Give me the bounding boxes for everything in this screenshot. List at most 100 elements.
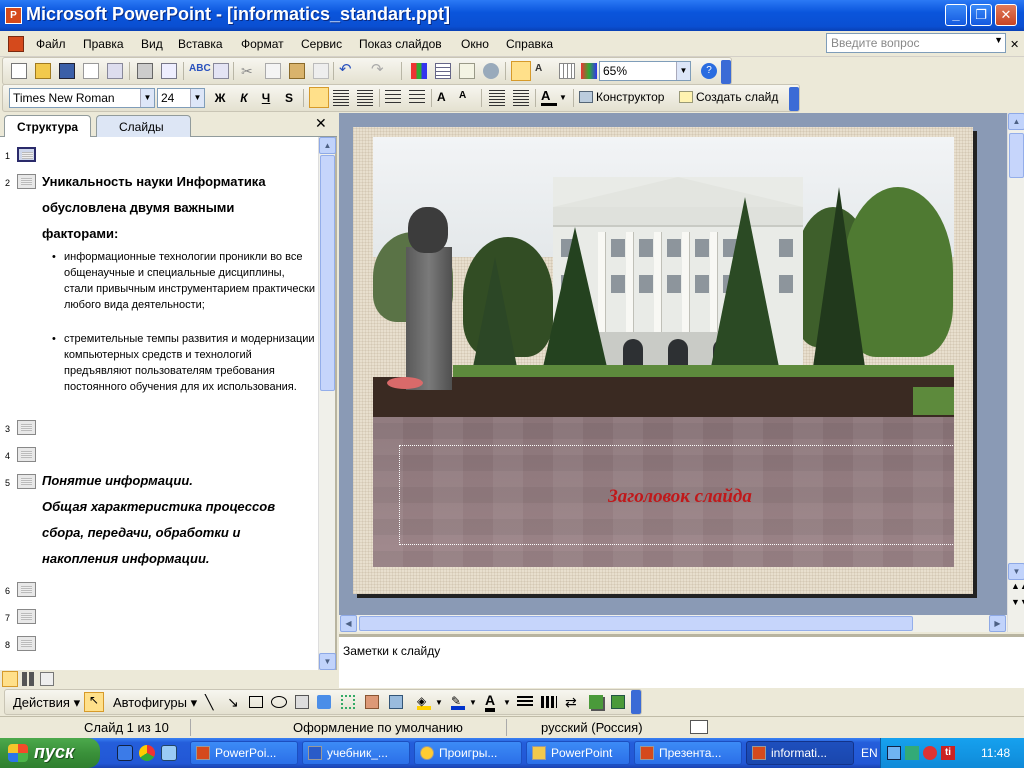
decrease-indent-icon[interactable] [489,90,505,106]
bold-button[interactable]: Ж [211,89,229,107]
permission-icon[interactable] [83,63,99,79]
oval-icon[interactable] [271,696,287,708]
textbox-icon[interactable] [295,695,309,709]
insert-diagram-icon[interactable] [459,63,475,79]
chevron-down-icon[interactable]: ▼ [190,89,204,107]
picture-icon[interactable] [389,695,403,709]
scroll-up-icon[interactable]: ▲ [319,137,336,154]
minimize-button[interactable]: _ [945,4,967,26]
slide-icon[interactable] [17,582,36,597]
normal-view-icon[interactable] [2,671,18,687]
scroll-thumb[interactable] [320,155,335,391]
scroll-down-icon[interactable]: ▼ [319,653,336,670]
actions-menu[interactable]: Действия ▾ [13,695,80,711]
new-slide-button[interactable]: Создать слайд [679,90,778,104]
italic-button[interactable]: К [235,89,253,107]
paste-icon[interactable] [289,63,305,79]
chevron-down-icon[interactable]: ▼ [435,698,443,707]
slide-sorter-icon[interactable] [22,672,36,686]
menu-edit[interactable]: Правка [83,37,124,51]
shadow-style-icon[interactable] [589,695,603,709]
grid-icon[interactable] [559,63,575,79]
chevron-down-icon[interactable]: ▼ [503,698,511,707]
copy-icon[interactable] [265,63,281,79]
desktop-icon[interactable] [117,745,133,761]
chevron-down-icon[interactable]: ▼ [676,62,690,80]
scroll-thumb[interactable] [359,616,913,631]
print-icon[interactable] [137,63,153,79]
toolbar-options-icon[interactable] [631,690,641,714]
slide-title-text[interactable]: Заголовок слайда [400,486,954,508]
scroll-right-icon[interactable]: ▶ [989,615,1006,632]
notes-pane[interactable]: Заметки к слайду [339,634,1024,688]
kaspersky-icon[interactable] [923,746,937,760]
menu-format[interactable]: Формат [241,37,284,51]
outline-content[interactable]: 1 2 Уникальность науки Информатика обусл… [0,137,318,670]
previous-slide-icon[interactable]: ▲▲ [1011,581,1024,591]
outline-bullet[interactable]: • информационные технологии проникли во в… [52,249,316,313]
dash-style-icon[interactable] [541,696,557,708]
close-button[interactable]: ✕ [995,4,1017,26]
menu-slideshow[interactable]: Показ слайдов [359,37,442,51]
close-panel-icon[interactable]: ✕ [315,115,327,132]
slide-icon[interactable] [17,474,36,489]
slide-canvas[interactable]: Заголовок слайда [353,127,973,594]
line-color-icon[interactable]: ✎ [451,694,465,710]
expand-all-icon[interactable] [511,61,531,81]
next-slide-icon[interactable]: ▼▼ [1011,597,1024,607]
ti-icon[interactable]: ti [941,746,955,760]
font-size-combo[interactable]: 24 ▼ [157,88,205,108]
document-icon[interactable] [8,36,24,52]
insert-table-icon[interactable] [435,63,451,79]
slide-vertical-scrollbar[interactable]: ▲ ▼ ▲▲ ▼▼ [1007,113,1024,632]
clipart-icon[interactable] [365,695,379,709]
outline-title[interactable]: Уникальность науки Информатика обусловле… [42,169,312,247]
undo-icon[interactable]: ↶ [339,60,355,78]
font-color-icon[interactable]: A [541,88,557,106]
increase-font-icon[interactable]: A [437,90,453,106]
explorer-icon[interactable] [161,745,177,761]
task-presentation[interactable]: Презента... [634,741,742,765]
menu-insert[interactable]: Вставка [178,37,223,51]
chrome-icon[interactable] [139,745,155,761]
ask-question-input[interactable]: Введите вопрос ▼ [826,33,1006,53]
scroll-left-icon[interactable]: ◀ [340,615,357,632]
line-style-icon[interactable] [517,696,533,708]
task-player[interactable]: Проигры... [414,741,522,765]
task-folder[interactable]: PowerPoint [526,741,630,765]
print-preview-icon[interactable] [161,63,177,79]
format-painter-icon[interactable] [313,63,329,79]
research-icon[interactable] [213,63,229,79]
align-left-icon[interactable] [309,87,329,108]
underline-button[interactable]: Ч [257,89,275,107]
maximize-button[interactable]: ❐ [970,4,992,26]
decrease-font-icon[interactable]: A [459,90,475,106]
font-name-combo[interactable]: Times New Roman ▼ [9,88,155,108]
select-pointer-icon[interactable]: ↖ [84,692,104,712]
show-formatting-icon[interactable]: A [535,63,551,79]
tab-outline[interactable]: Структура [4,115,92,138]
menu-window[interactable]: Окно [461,37,489,51]
diagram-icon[interactable] [341,695,355,709]
scroll-down-icon[interactable]: ▼ [1008,563,1024,580]
redo-icon[interactable]: ↷ [371,60,387,78]
antivirus-icon[interactable] [905,746,919,760]
hyperlink-icon[interactable] [483,63,499,79]
help-icon[interactable]: ? [701,63,717,79]
chevron-down-icon[interactable]: ▼ [994,35,1003,45]
slide-icon[interactable] [17,174,36,189]
start-button[interactable]: пуск [0,738,100,768]
rectangle-icon[interactable] [249,696,263,708]
menu-help[interactable]: Справка [506,37,553,51]
tab-slides[interactable]: Слайды [96,115,191,137]
font-color-icon[interactable]: A [485,692,496,712]
title-placeholder[interactable]: Заголовок слайда [399,445,954,545]
slide-icon[interactable] [17,447,36,462]
menu-tools[interactable]: Сервис [301,37,342,51]
slide-icon[interactable] [17,420,36,435]
numbering-icon[interactable] [385,90,401,106]
3d-style-icon[interactable] [611,695,625,709]
slide-icon[interactable] [17,147,36,162]
task-informatics[interactable]: informati... [746,741,854,765]
align-right-icon[interactable] [357,90,373,106]
